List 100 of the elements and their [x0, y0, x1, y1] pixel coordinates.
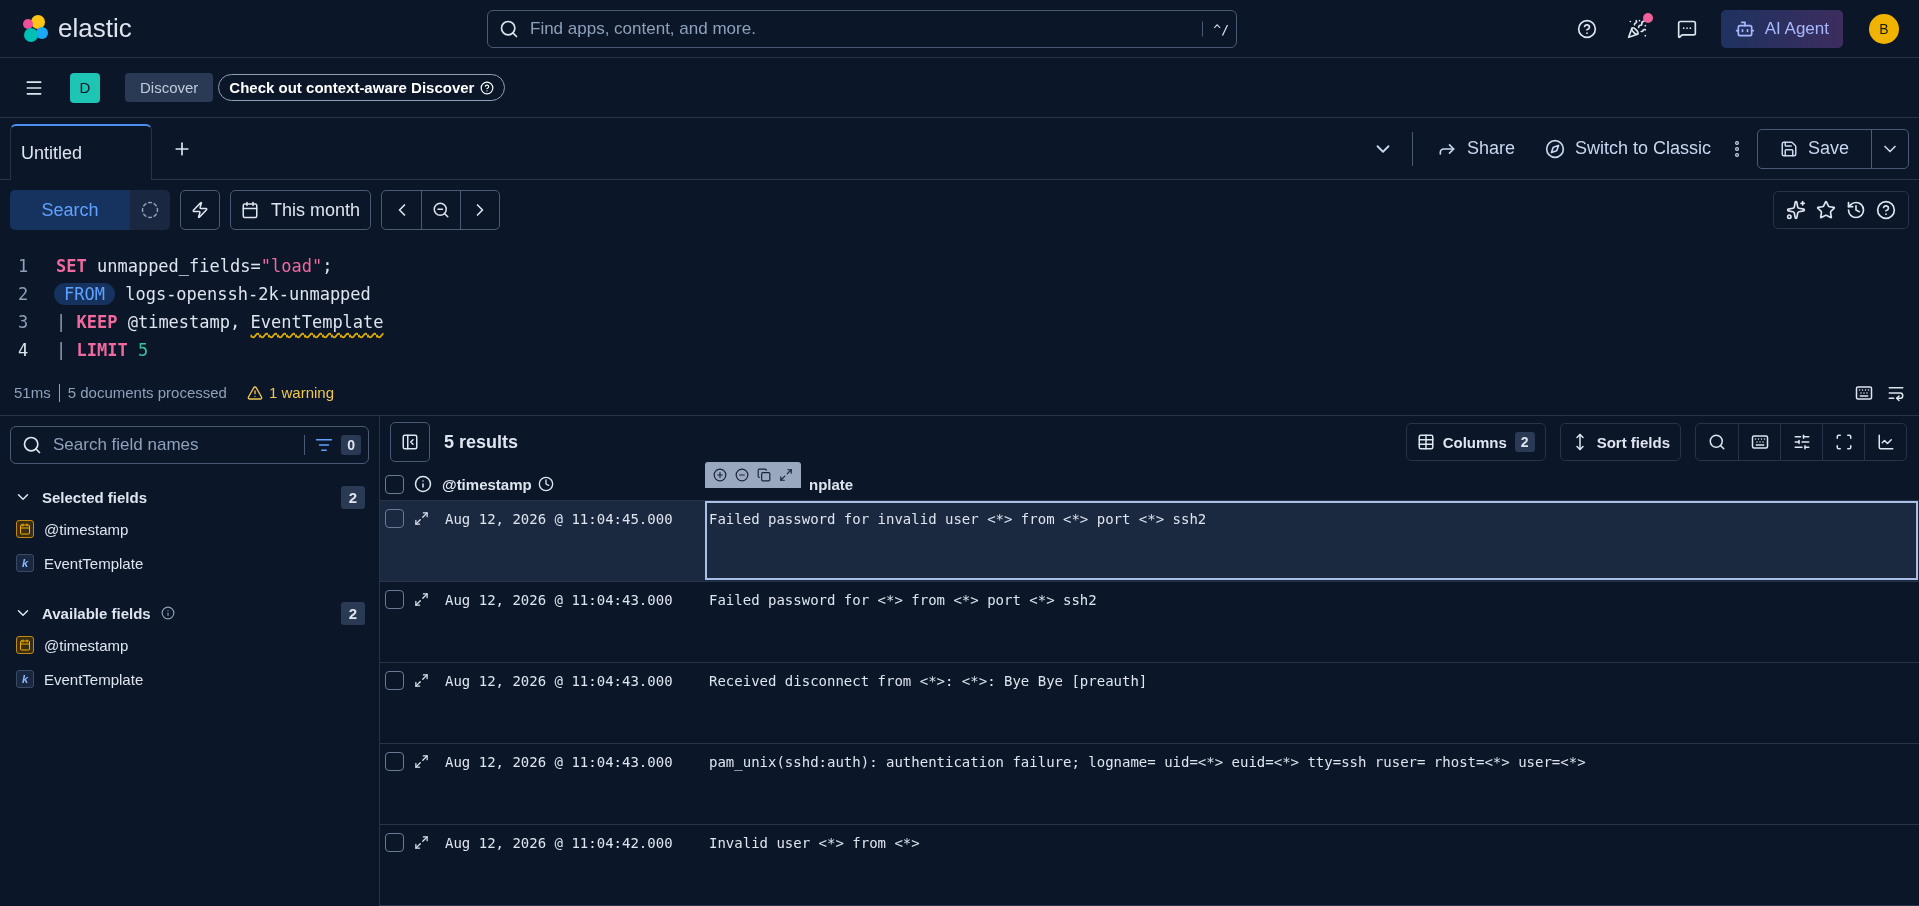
- row-checkbox[interactable]: [385, 590, 404, 609]
- line-number: 2: [17, 284, 30, 304]
- expand-icon: [414, 673, 429, 688]
- warning-link[interactable]: 1 warning: [268, 384, 334, 401]
- zoom-out-icon: [432, 201, 451, 219]
- code-token: unmapped_fields=: [95, 256, 261, 276]
- keyboard-icon: [1750, 433, 1769, 451]
- line-number: 4: [17, 340, 30, 360]
- dashed-circle-icon: [141, 201, 159, 219]
- sparkles-icon[interactable]: [1786, 200, 1806, 220]
- user-avatar[interactable]: B: [1869, 13, 1899, 44]
- field-name[interactable]: EventTemplate: [44, 670, 144, 688]
- filter-button[interactable]: 0: [315, 435, 361, 455]
- expand-row-button[interactable]: [414, 754, 429, 769]
- table-cell: Aug 12, 2026 @ 11:04:43.000: [445, 673, 673, 689]
- table-cell-text: pam_unix(sshd:auth): authentication failure; logname= uid=<*> euid=<*> tty=ssh ruser= rhost=<*> user=<*>: [708, 753, 1587, 773]
- help-icon[interactable]: [1876, 200, 1896, 220]
- elastic-logo-icon: [20, 13, 50, 44]
- column-header[interactable]: nplate: [809, 475, 1919, 493]
- search-button[interactable]: Search: [10, 190, 130, 230]
- lightning-icon: [191, 201, 209, 219]
- ai-agent-button[interactable]: AI Agent: [1720, 9, 1843, 48]
- table-icon: [1416, 433, 1435, 451]
- row-checkbox[interactable]: [385, 752, 404, 771]
- share-button[interactable]: Share: [1430, 138, 1521, 159]
- line-chart-icon: [1876, 433, 1895, 451]
- sort-fields-button[interactable]: Sort fields: [1559, 423, 1681, 461]
- table-cell-text: Failed password for <*> from <*> port <*> ssh2: [708, 591, 1098, 610]
- date-type-icon: [16, 520, 34, 538]
- search-icon: [22, 435, 42, 455]
- collapse-sidebar-button[interactable]: [390, 422, 430, 462]
- more-options-button[interactable]: [1734, 140, 1739, 157]
- sliders-icon: [1792, 433, 1811, 451]
- code-token: SET: [56, 256, 87, 276]
- fullscreen-icon: [1834, 433, 1853, 451]
- field-name[interactable]: @timestamp: [44, 520, 129, 538]
- line-number: 1: [17, 256, 30, 276]
- warning-icon: [246, 384, 263, 401]
- party-popper-icon: [1626, 18, 1647, 39]
- columns-button[interactable]: Columns 2: [1405, 423, 1546, 461]
- keyboard-icon[interactable]: [1855, 383, 1873, 402]
- count-badge: 2: [340, 485, 365, 509]
- duration-text: 51ms: [14, 384, 51, 401]
- group-title: Available fields: [42, 604, 151, 622]
- table-cell: Aug 12, 2026 @ 11:04:43.000: [445, 754, 673, 770]
- expand-icon: [414, 511, 429, 526]
- row-checkbox[interactable]: [385, 833, 404, 852]
- expand-icon: [414, 835, 429, 850]
- history-icon[interactable]: [1846, 200, 1866, 220]
- code-token: |: [56, 340, 68, 360]
- table-cell: Aug 12, 2026 @ 11:04:45.000: [445, 511, 673, 527]
- code-token: logs-openssh-2k-unmapped: [124, 284, 371, 304]
- row-checkbox[interactable]: [385, 671, 404, 690]
- group-title: Selected fields: [42, 488, 148, 506]
- expand-row-button[interactable]: [414, 835, 429, 850]
- star-icon[interactable]: [1816, 200, 1836, 220]
- documents-text: 5 documents processed: [67, 384, 227, 401]
- info-icon: [414, 475, 432, 493]
- shortcut-hint: ^/: [1213, 21, 1229, 36]
- table-cell: Failed password for invalid user <*> from <*> port <*> ssh2: [705, 501, 1918, 580]
- expand-icon[interactable]: [779, 468, 793, 482]
- table-row[interactable]: Aug 12, 2026 @ 11:04:45.000 Failed password for invalid user <*> from <*> port <*> ssh2: [380, 501, 1919, 582]
- compass-icon: [1544, 138, 1565, 159]
- field-name[interactable]: @timestamp: [44, 636, 129, 654]
- minus-icon[interactable]: [735, 468, 749, 482]
- code-token: KEEP: [76, 312, 118, 332]
- code-token: 5: [136, 340, 149, 360]
- more-icon: [1734, 140, 1739, 157]
- code-token: LIMIT: [76, 340, 128, 360]
- count-badge: 2: [340, 601, 365, 625]
- row-checkbox[interactable]: [385, 509, 404, 528]
- search-icon: [499, 18, 519, 39]
- code-token: @timestamp,: [126, 312, 242, 332]
- expand-icon: [414, 754, 429, 769]
- select-all-checkbox[interactable]: [385, 474, 404, 494]
- app-badge[interactable]: D: [70, 72, 100, 103]
- switch-classic-button[interactable]: Switch to Classic: [1538, 138, 1717, 159]
- zoom-in-icon[interactable]: [713, 468, 727, 482]
- field-name[interactable]: EventTemplate: [44, 554, 144, 572]
- keyword-type-icon: k: [16, 670, 34, 688]
- expand-row-button[interactable]: [414, 511, 429, 526]
- expand-icon: [414, 592, 429, 607]
- filter-icon: [315, 436, 334, 454]
- search-icon: [1708, 433, 1726, 451]
- expand-row-button[interactable]: [414, 673, 429, 688]
- elastic-logo-text: elastic: [58, 13, 132, 44]
- code-token: ;: [322, 256, 333, 276]
- table-cell: Aug 12, 2026 @ 11:04:42.000: [445, 835, 673, 851]
- expand-row-button[interactable]: [414, 592, 429, 607]
- copy-icon[interactable]: [757, 468, 771, 482]
- date-picker-button[interactable]: This month: [230, 190, 372, 230]
- code-token: EventTemplate: [250, 312, 384, 332]
- save-icon: [1779, 139, 1798, 158]
- calendar-icon: [241, 201, 259, 219]
- column-header[interactable]: @timestamp: [442, 475, 554, 493]
- quick-query-button[interactable]: [180, 190, 220, 230]
- result-count: 5 results: [444, 431, 519, 453]
- breadcrumb[interactable]: Discover: [125, 73, 214, 102]
- code-token: FROM: [54, 283, 115, 305]
- tab[interactable]: Untitled: [10, 124, 152, 180]
